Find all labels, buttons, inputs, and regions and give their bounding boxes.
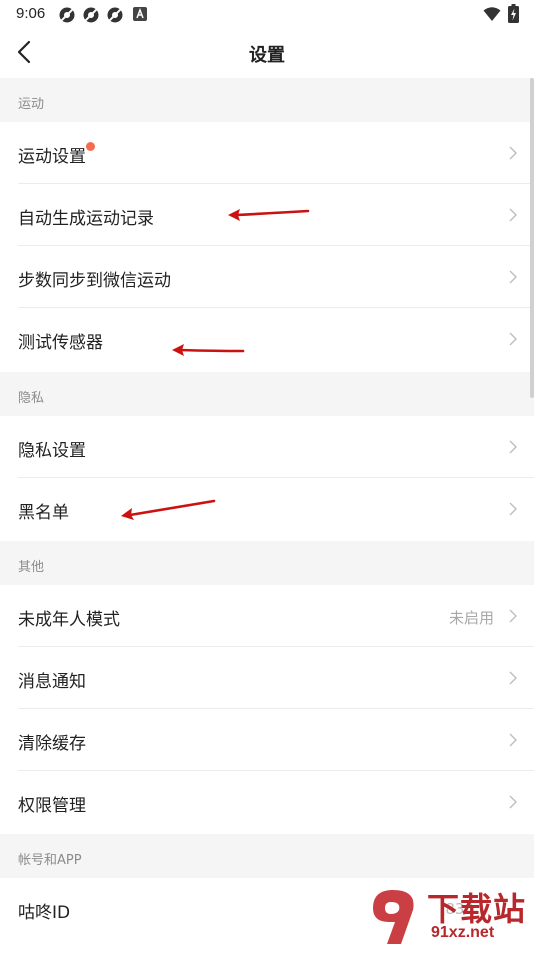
row-label: 步数同步到微信运动 — [18, 271, 171, 291]
settings-row-sport-settings[interactable]: 运动设置 — [0, 122, 534, 184]
minor-mode-status: 未启用 — [448, 609, 494, 627]
settings-row-minor-mode[interactable]: 未成年人模式 未启用 — [0, 585, 534, 647]
app-notification-icon — [83, 7, 99, 23]
app-notification-icon — [59, 7, 75, 23]
settings-row-wechat-sync[interactable]: 步数同步到微信运动 — [0, 246, 534, 308]
chevron-right-icon — [509, 671, 517, 685]
settings-row-clear-cache[interactable]: 清除缓存 — [0, 709, 534, 771]
section-title: 其他 — [18, 560, 45, 575]
annotation-arrow — [172, 344, 245, 356]
section-title: 运动 — [18, 97, 45, 112]
site-watermark-logo: 下载站 91xz.net — [365, 882, 534, 950]
watermark-91-icon — [373, 890, 414, 944]
chevron-right-icon — [509, 609, 517, 623]
status-time: 9:06 — [16, 5, 46, 22]
row-label: 未成年人模式 — [18, 610, 120, 630]
chevron-right-icon — [509, 208, 517, 222]
a-notification-icon — [133, 7, 147, 21]
new-badge-dot — [86, 142, 95, 151]
wifi-icon — [483, 7, 501, 21]
section-title: 隐私 — [18, 391, 45, 406]
row-label: 黑名单 — [18, 503, 69, 523]
row-label: 运动设置 — [18, 147, 86, 167]
app-notification-icon — [107, 7, 123, 23]
chevron-right-icon — [509, 440, 517, 454]
settings-row-test-sensor[interactable]: 测试传感器 — [0, 308, 534, 370]
section-header-sport: 运动 — [0, 78, 534, 122]
section-title: 帐号和APP — [18, 853, 82, 868]
chevron-right-icon — [509, 733, 517, 747]
settings-row-blacklist[interactable]: 黑名单 — [0, 478, 534, 540]
settings-row-privacy-settings[interactable]: 隐私设置 — [0, 416, 534, 478]
scrollbar-thumb[interactable] — [530, 78, 534, 398]
section-header-account: 帐号和APP — [0, 834, 534, 878]
annotation-arrow — [228, 209, 310, 221]
section-header-other: 其他 — [0, 541, 534, 585]
chevron-right-icon — [509, 795, 517, 809]
section-header-privacy: 隐私 — [0, 372, 534, 416]
chevron-right-icon — [509, 502, 517, 516]
chevron-right-icon — [509, 270, 517, 284]
settings-row-permissions[interactable]: 权限管理 — [0, 771, 534, 833]
row-label: 隐私设置 — [18, 441, 86, 461]
row-label: 消息通知 — [18, 672, 86, 692]
chevron-right-icon — [509, 332, 517, 346]
row-label: 咕咚ID — [18, 903, 71, 923]
battery-icon — [508, 4, 519, 23]
row-label: 测试传感器 — [18, 333, 103, 353]
row-label: 权限管理 — [18, 796, 86, 816]
annotation-arrow — [121, 499, 216, 520]
status-bar: 9:06 — [0, 0, 534, 28]
chevron-right-icon — [509, 146, 517, 160]
page-title: 设置 — [249, 45, 285, 66]
watermark-url: 91xz.net — [431, 924, 495, 941]
top-app-bar: 设置 — [0, 28, 534, 76]
settings-row-notifications[interactable]: 消息通知 — [0, 647, 534, 709]
row-label: 自动生成运动记录 — [18, 209, 154, 229]
row-label: 清除缓存 — [18, 734, 86, 754]
